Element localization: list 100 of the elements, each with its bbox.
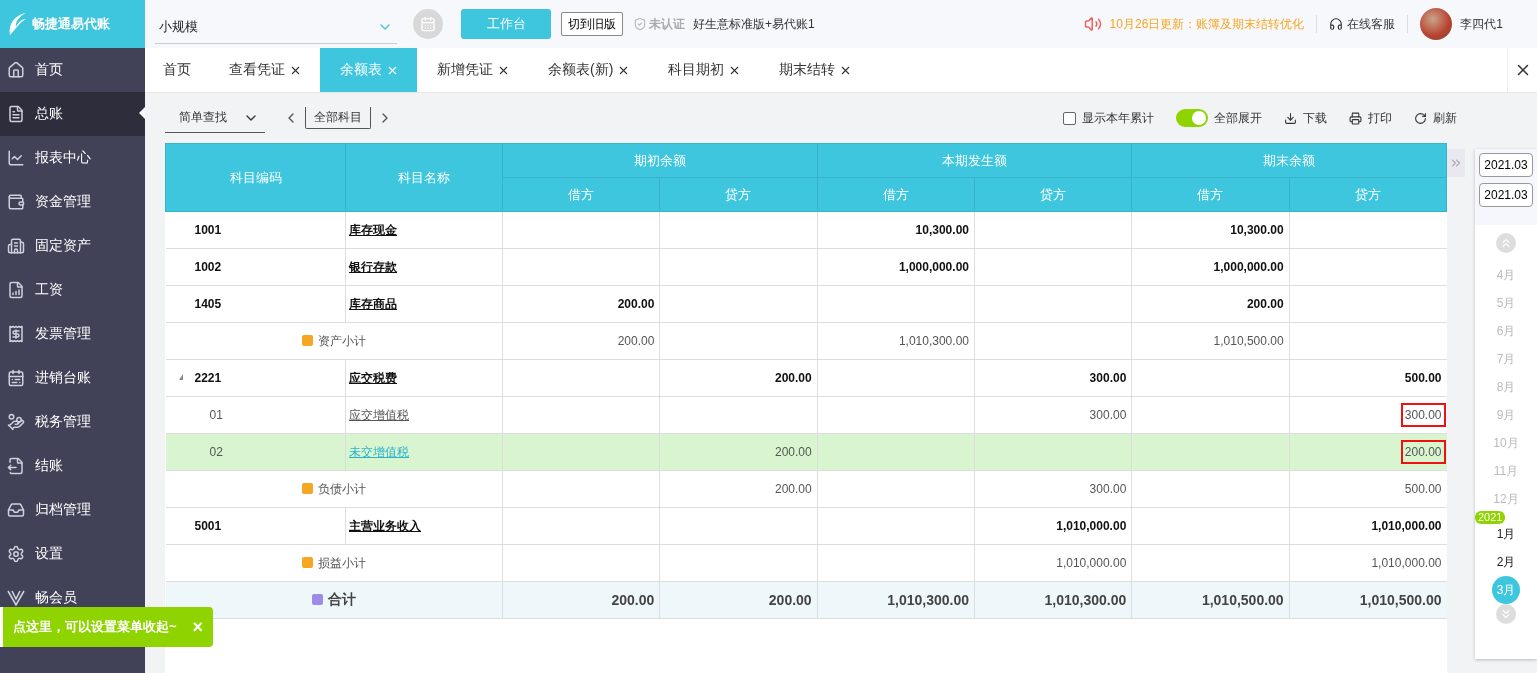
year-badge: 2021 xyxy=(1475,511,1506,524)
table-cell: 1,000,000.00 xyxy=(1131,248,1290,286)
column-header: 借方 xyxy=(502,177,660,212)
printer-icon xyxy=(1349,111,1362,125)
user-name[interactable]: 李四代1 xyxy=(1460,15,1503,33)
table-cell: 10,300.00 xyxy=(1131,211,1290,249)
tab[interactable]: 首页 xyxy=(145,48,209,92)
menu-icon xyxy=(7,457,25,475)
table-cell: 300.00 xyxy=(974,359,1132,397)
year-total-label: 显示本年累计 xyxy=(1082,109,1154,127)
refresh-icon xyxy=(1414,111,1427,125)
old-version-button[interactable]: 切到旧版 xyxy=(561,12,623,36)
table-cell: 200.00 xyxy=(1289,433,1447,471)
table-cell: 300.00 xyxy=(974,396,1132,434)
table-cell: 1,010,000.00 xyxy=(1289,544,1447,582)
expand-all-toggle[interactable] xyxy=(1176,109,1208,127)
menu-icon xyxy=(7,281,25,299)
table-cell: 1,010,300.00 xyxy=(817,322,975,360)
account-link[interactable]: 主营业务收入 xyxy=(349,518,421,533)
table-cell: 200.00 xyxy=(502,285,660,323)
year-total-checkbox[interactable] xyxy=(1063,111,1076,125)
table-cell: 损益小计 xyxy=(165,544,503,582)
account-link[interactable]: 库存现金 xyxy=(349,222,397,237)
sidebar-item[interactable]: 设置 xyxy=(0,532,145,576)
column-header: 借方 xyxy=(817,177,975,212)
sidebar-item[interactable]: 归档管理 xyxy=(0,488,145,532)
print-button[interactable]: 打印 xyxy=(1349,109,1392,127)
menu-icon xyxy=(7,501,25,519)
table-cell: 02 xyxy=(165,433,346,471)
table-cell: 200.00 xyxy=(659,359,818,397)
table-cell: 300.00 xyxy=(974,470,1132,508)
sidebar-item[interactable]: 资金管理 xyxy=(0,180,145,224)
table-cell: 1,010,300.00 xyxy=(974,581,1132,619)
search-mode-select[interactable]: 简单查找 xyxy=(165,103,265,133)
download-button[interactable]: 下载 xyxy=(1284,109,1327,127)
tab[interactable]: 科目期初 xyxy=(648,48,760,92)
support-link[interactable]: 在线客服 xyxy=(1347,15,1396,33)
table-cell: 01 xyxy=(165,396,346,434)
table-cell: 5001 xyxy=(165,507,346,545)
column-header: 贷方 xyxy=(1289,177,1447,212)
sidebar-item[interactable]: 报表中心 xyxy=(0,136,145,180)
sidebar-item[interactable]: 固定资产 xyxy=(0,224,145,268)
table-cell: 合计 xyxy=(165,581,503,619)
refresh-button[interactable]: 刷新 xyxy=(1414,109,1457,127)
account-link[interactable]: 库存商品 xyxy=(349,296,397,311)
menu-icon xyxy=(7,325,25,343)
table-cell: 10,300.00 xyxy=(817,211,975,249)
table-cell: 200.00 xyxy=(1131,285,1290,323)
sidebar-item[interactable]: 首页 xyxy=(0,48,145,92)
brand-name: 畅捷通易代账 xyxy=(32,15,110,33)
account-link[interactable]: 应交增值税 xyxy=(349,407,409,422)
download-icon xyxy=(1284,111,1297,125)
menu-icon xyxy=(7,545,25,563)
table-cell: 负债小计 xyxy=(165,470,503,508)
menu-icon xyxy=(7,149,25,167)
certification-status: 未认证 xyxy=(649,15,685,33)
sidebar-item[interactable]: 结账 xyxy=(0,444,145,488)
start-period-field[interactable]: 2021.03 xyxy=(1479,153,1533,177)
tab[interactable]: 期末结转 xyxy=(759,48,871,92)
end-period-field[interactable]: 2021.03 xyxy=(1479,183,1533,207)
menu-icon xyxy=(7,193,25,211)
table-cell: 500.00 xyxy=(1289,470,1447,508)
headset-icon xyxy=(1329,17,1344,31)
menu-icon xyxy=(7,413,25,431)
table-cell: 1,010,000.00 xyxy=(1289,507,1447,545)
shield-icon xyxy=(633,17,647,31)
tip-text: 点这里，可以设置菜单收起~ xyxy=(13,618,177,636)
sidebar-item[interactable]: 总账 xyxy=(0,92,145,136)
table-cell: 1,010,500.00 xyxy=(1131,322,1290,360)
column-group-header: 期末余额 xyxy=(1131,143,1447,178)
column-header: 借方 xyxy=(1131,177,1290,212)
table-cell: 1,010,500.00 xyxy=(1289,581,1447,619)
menu-icon xyxy=(7,105,25,123)
table-cell: 1,010,000.00 xyxy=(974,544,1132,582)
tab[interactable]: 查看凭证 xyxy=(209,48,320,92)
column-header: 科目名称 xyxy=(345,143,503,212)
account-link[interactable]: 银行存款 xyxy=(349,259,397,274)
table-cell: 1001 xyxy=(165,211,346,249)
table-cell: 1405 xyxy=(165,285,346,323)
table-cell: 200.00 xyxy=(659,470,818,508)
account-link[interactable]: 应交税费 xyxy=(349,370,397,385)
table-cell: 资产小计 xyxy=(165,322,503,360)
table-cell: 200.00 xyxy=(502,581,660,619)
sidebar-item[interactable]: 进销台账 xyxy=(0,356,145,400)
sidebar-item[interactable]: 税务管理 xyxy=(0,400,145,444)
tab[interactable]: 余额表(新) xyxy=(528,48,649,92)
table-cell: 200.00 xyxy=(502,322,660,360)
table-cell: 1,010,300.00 xyxy=(817,581,975,619)
pointer-icon xyxy=(139,107,145,119)
menu-icon xyxy=(7,237,25,255)
sidebar-item[interactable]: 发票管理 xyxy=(0,312,145,356)
user-avatar[interactable] xyxy=(1420,8,1453,40)
company-select[interactable]: 小规模 xyxy=(155,10,397,44)
table-cell: 500.00 xyxy=(1289,359,1447,397)
sidebar-item[interactable]: 工资 xyxy=(0,268,145,312)
column-group-header: 本期发生额 xyxy=(817,143,1132,178)
tab[interactable]: 新增凭证 xyxy=(417,48,528,92)
subject-filter[interactable]: 全部科目 xyxy=(305,107,371,129)
expand-all-label: 全部展开 xyxy=(1214,109,1262,127)
month-item[interactable]: 2月 xyxy=(1492,548,1520,576)
